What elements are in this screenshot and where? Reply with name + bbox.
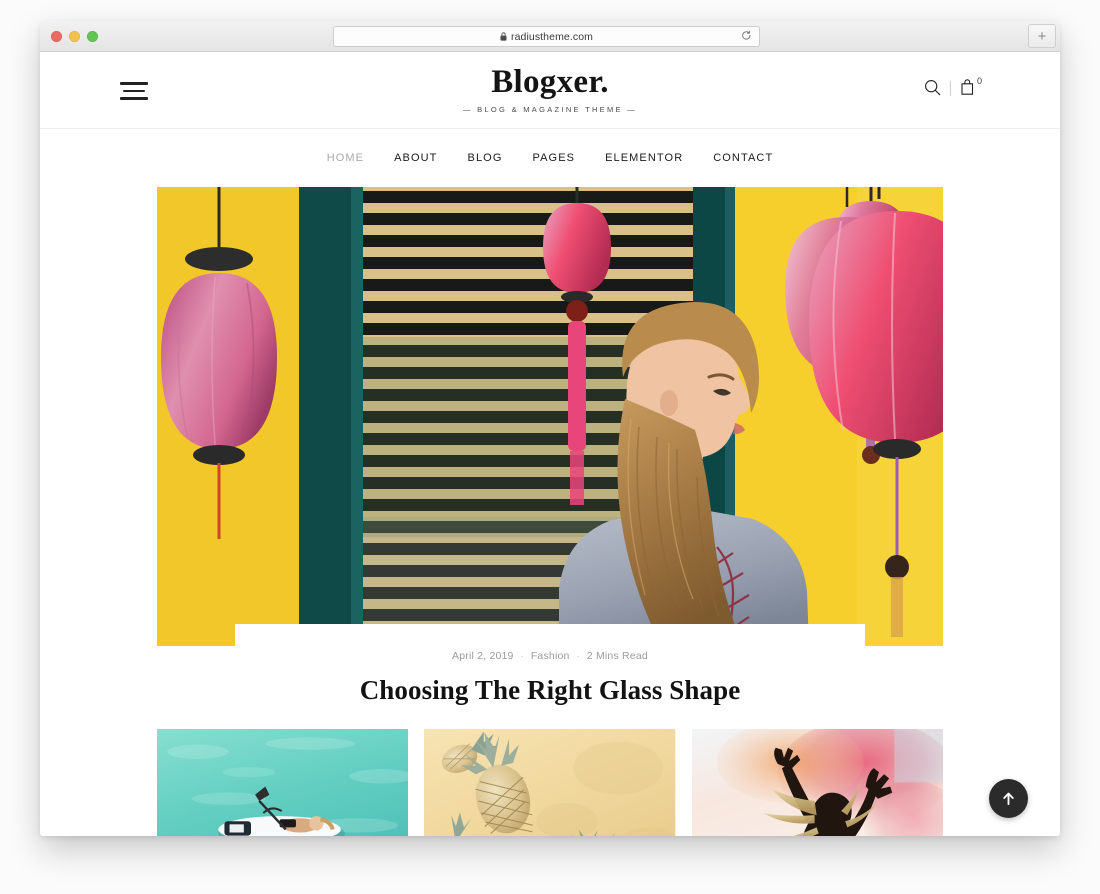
maximize-window-button[interactable] <box>87 31 98 42</box>
lock-icon <box>500 32 507 41</box>
post-category[interactable]: Fashion <box>531 650 570 662</box>
thumbnail-card-paddleboard[interactable] <box>157 729 409 836</box>
cart-count-badge: 0 <box>976 76 982 86</box>
search-button[interactable] <box>924 79 941 96</box>
nav-item-about[interactable]: ABOUT <box>379 152 452 164</box>
address-bar[interactable]: radiustheme.com <box>333 26 760 47</box>
featured-post[interactable]: April 2, 2019 · Fashion · 2 Mins Read Ch… <box>157 187 943 706</box>
nav-item-contact[interactable]: CONTACT <box>698 152 788 164</box>
featured-post-image <box>157 187 943 646</box>
browser-chrome-bar: radiustheme.com + <box>40 21 1060 52</box>
window-controls <box>51 31 98 42</box>
thumbnail-card-dancer[interactable] <box>691 729 943 836</box>
post-read-time: 2 Mins Read <box>586 650 648 662</box>
nav-item-pages[interactable]: PAGES <box>517 152 590 164</box>
nav-item-elementor[interactable]: ELEMENTOR <box>590 152 698 164</box>
browser-window: radiustheme.com + Blogxer. — BLOG & MAGA… <box>40 21 1060 836</box>
brand-tagline: — BLOG & MAGAZINE THEME — <box>462 104 638 114</box>
post-thumbnail-grid <box>157 729 943 836</box>
reload-icon[interactable] <box>741 30 752 42</box>
nav-item-home[interactable]: HOME <box>312 152 379 164</box>
header-divider <box>949 81 951 96</box>
brand-name: Blogxer. <box>491 64 609 100</box>
search-icon <box>925 79 941 95</box>
site-logo[interactable]: Blogxer. — BLOG & MAGAZINE THEME — <box>40 64 1060 114</box>
header-actions: 0 <box>924 76 982 96</box>
cart-button[interactable]: 0 <box>960 76 982 96</box>
website-viewport: Blogxer. — BLOG & MAGAZINE THEME — 0 HOM… <box>40 52 1060 836</box>
close-window-button[interactable] <box>51 31 62 42</box>
post-meta: April 2, 2019 · Fashion · 2 Mins Read <box>255 650 845 662</box>
main-navigation: HOME ABOUT BLOG PAGES ELEMENTOR CONTACT <box>40 129 1060 187</box>
scroll-to-top-button[interactable] <box>989 779 1028 818</box>
meta-separator: · <box>520 651 524 661</box>
url-text: radiustheme.com <box>510 30 594 43</box>
new-tab-label: + <box>1037 27 1047 45</box>
thumbnail-card-pineapples[interactable] <box>424 729 676 836</box>
shopping-bag-icon <box>961 79 974 95</box>
post-title[interactable]: Choosing The Right Glass Shape <box>255 675 845 706</box>
minimize-window-button[interactable] <box>69 31 80 42</box>
site-header: Blogxer. — BLOG & MAGAZINE THEME — 0 <box>40 52 1060 129</box>
meta-separator: · <box>576 651 580 661</box>
featured-post-card: April 2, 2019 · Fashion · 2 Mins Read Ch… <box>235 624 865 706</box>
new-tab-button[interactable]: + <box>1028 24 1056 48</box>
post-date: April 2, 2019 <box>452 650 514 662</box>
arrow-up-icon <box>1003 792 1014 805</box>
nav-item-blog[interactable]: BLOG <box>453 152 518 164</box>
